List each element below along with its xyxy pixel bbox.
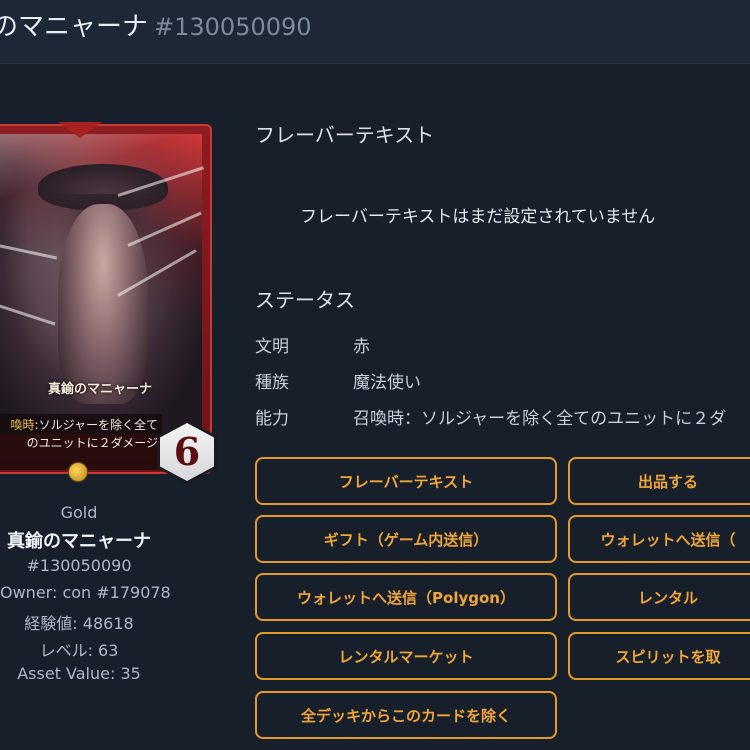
card-name-plate: 真鍮のマニャーナ — [47, 382, 152, 397]
status-key-race: 種族 — [255, 373, 289, 393]
status-value-civilization: 赤 — [353, 337, 370, 357]
status-key-civilization: 文明 — [255, 337, 289, 357]
card-figure-body — [58, 204, 148, 404]
send-to-wallet-polygon-button[interactable]: ウォレットへ送信（Polygon） — [255, 573, 557, 621]
card-name: 真鍮のマニャーナ — [7, 531, 151, 552]
card-owner: Owner: con #179078 — [0, 583, 171, 602]
spirit-button[interactable]: スピリットを取 — [568, 632, 750, 680]
rental-market-button[interactable]: レンタルマーケット — [255, 632, 557, 680]
card-cost-value: 6 — [160, 423, 214, 481]
card-ability-line1: :ソルジャーを除く全て — [34, 418, 158, 432]
send-to-wallet-button[interactable]: ウォレットへ送信（ — [568, 515, 750, 563]
status-value-ability: 召喚時：ソルジャーを除く全てのユニットに２ダ — [353, 409, 727, 429]
remove-from-decks-button[interactable]: 全デッキからこのカードを除く — [255, 691, 557, 739]
card-ability-line2: のユニットに２ダメージ — [26, 436, 158, 450]
page-title-name: のマニャーナ — [0, 12, 149, 42]
card-gem-icon — [68, 462, 88, 482]
list-for-sale-button[interactable]: 出品する — [568, 457, 750, 505]
status-key-ability: 能力 — [255, 409, 289, 429]
gift-ingame-button[interactable]: ギフト（ゲーム内送信） — [255, 515, 557, 563]
card-rarity: Gold — [60, 503, 98, 522]
flavor-text-button[interactable]: フレーバーテキスト — [255, 457, 557, 505]
card-level: レベル: 63 — [39, 641, 119, 660]
card-number: #130050090 — [26, 556, 132, 575]
rental-button[interactable]: レンタル — [568, 573, 750, 621]
card-asset-value: Asset Value: 35 — [17, 664, 141, 683]
page-title-id: #130050090 — [154, 13, 312, 41]
status-heading: ステータス — [255, 288, 355, 312]
card-ability-keyword: 喚時 — [10, 418, 35, 432]
status-value-race: 魔法使い — [353, 373, 421, 393]
card-image: 真鍮のマニャーナ 喚時:ソルジャーを除く全て のユニットに２ダメージ — [0, 124, 212, 474]
top-bar: のマニャーナ #130050090 — [0, 0, 750, 64]
page-title: のマニャーナ #130050090 — [0, 6, 312, 43]
flavor-heading: フレーバーテキスト — [255, 123, 435, 147]
flavor-empty-message: フレーバーテキストはまだ設定されていません — [300, 207, 656, 227]
card-exp: 経験値: 48618 — [24, 614, 134, 633]
